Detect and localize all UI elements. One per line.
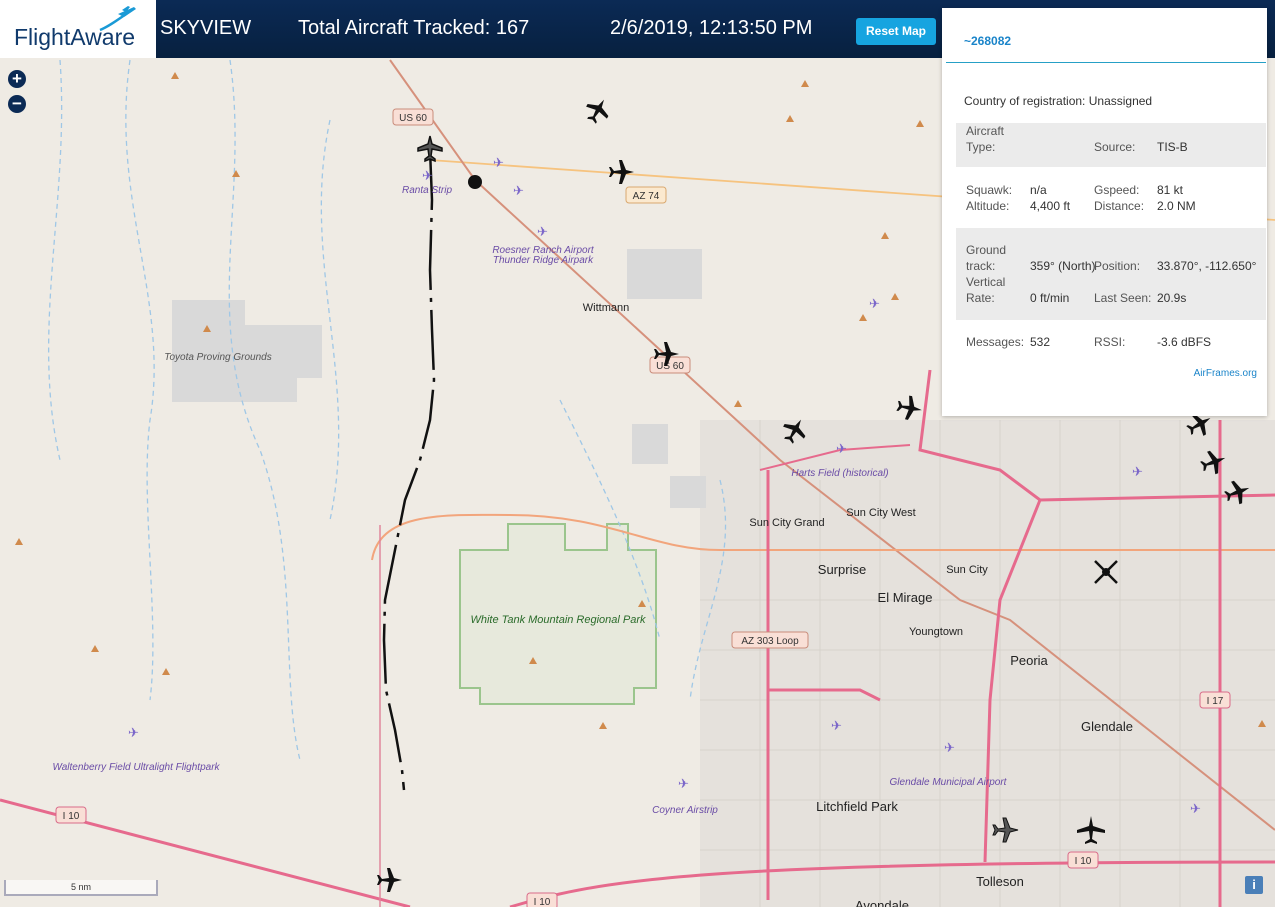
logo-text: FlightAware <box>14 24 136 50</box>
messages-label: Messages: <box>966 335 1025 349</box>
zoom-out-button[interactable]: − <box>8 95 26 113</box>
altitude-value: 4,400 ft <box>1030 199 1071 213</box>
label-youngtown: Youngtown <box>909 626 963 638</box>
label-glendale-airport: Glendale Municipal Airport <box>890 777 1008 788</box>
datetime: 2/6/2019, 12:13:50 PM <box>610 17 813 39</box>
gspeed-label: Gspeed: <box>1094 183 1140 197</box>
label-tolleson: Tolleson <box>976 874 1024 889</box>
svg-text:✈: ✈ <box>869 296 880 311</box>
label-surprise: Surprise <box>818 562 866 577</box>
panel-divider <box>946 62 1266 63</box>
svg-text:✈: ✈ <box>1132 464 1143 479</box>
toyota-grounds-area <box>172 300 322 402</box>
gray-area <box>670 476 706 508</box>
svg-text:✈: ✈ <box>128 725 139 740</box>
label-wittmann: Wittmann <box>583 302 629 314</box>
svg-text:✈: ✈ <box>537 224 548 239</box>
shield-i10-a: I 10 <box>63 811 80 822</box>
messages-value: 532 <box>1030 335 1051 349</box>
label-el-mirage: El Mirage <box>878 590 933 605</box>
shield-i10-b: I 10 <box>534 897 551 907</box>
shield-us60-b: US 60 <box>656 361 684 372</box>
label-harts-field: Harts Field (historical) <box>791 468 888 479</box>
svg-text:✈: ✈ <box>493 155 504 170</box>
panel-row-squawk: Squawk: n/a Gspeed: 81 kt Altitude: 4,40… <box>956 182 1266 218</box>
label-sun-city-west: Sun City West <box>846 507 916 519</box>
aircraft-icon[interactable] <box>609 160 634 184</box>
squawk-label: Squawk: <box>966 183 1013 197</box>
info-icon[interactable]: i <box>1245 876 1263 894</box>
svg-text:✈: ✈ <box>831 718 842 733</box>
label-litchfield-park: Litchfield Park <box>816 799 898 814</box>
label-toyota: Toyota Proving Grounds <box>164 352 271 363</box>
gray-area <box>627 249 702 299</box>
label-avondale: Avondale <box>855 898 909 907</box>
label-glendale: Glendale <box>1081 719 1133 734</box>
last-seen-label: Last Seen: <box>1094 291 1152 305</box>
label-peoria: Peoria <box>1010 653 1048 668</box>
shield-az303: AZ 303 Loop <box>741 636 799 647</box>
aircraft-icon[interactable] <box>417 135 443 163</box>
label-sun-city-grand: Sun City Grand <box>749 517 824 529</box>
shield-i17: I 17 <box>1207 696 1224 707</box>
gray-area <box>632 424 668 464</box>
aircraft-info-panel: ~268082 Country of registration: Unassig… <box>942 8 1267 416</box>
rssi-label: RSSI: <box>1094 335 1126 349</box>
distance-value: 2.0 NM <box>1157 199 1196 213</box>
aircraft-id-link[interactable]: ~268082 <box>964 34 1011 48</box>
zoom-in-button[interactable]: + <box>8 70 26 88</box>
distance-label: Distance: <box>1094 199 1145 213</box>
aircraft-type-label: Aircraft Type: <box>966 124 1005 154</box>
svg-text:✈: ✈ <box>836 441 847 456</box>
aircraft-count: Total Aircraft Tracked: 167 <box>298 17 530 39</box>
ground-track-label: Ground track: <box>966 243 1007 273</box>
svg-text:✈: ✈ <box>944 740 955 755</box>
panel-row-messages: Messages: 532 RSSI: -3.6 dBFS <box>956 334 1266 354</box>
position-value: 33.870°, -112.650° <box>1157 259 1257 273</box>
svg-text:✈: ✈ <box>1190 801 1201 816</box>
label-coyner-airstrip: Coyner Airstrip <box>652 805 718 816</box>
svg-text:✈: ✈ <box>422 168 433 183</box>
app-title: SKYVIEW <box>160 17 252 39</box>
last-seen-value: 20.9s <box>1157 291 1187 305</box>
airframes-link[interactable]: AirFrames.org <box>1194 368 1257 379</box>
label-sun-city: Sun City <box>946 564 988 576</box>
aircraft-icon[interactable] <box>895 394 924 422</box>
svg-text:✈: ✈ <box>513 183 524 198</box>
flight-track <box>382 149 436 791</box>
source-label: Source: <box>1094 140 1136 154</box>
rssi-value: -3.6 dBFS <box>1157 335 1212 349</box>
label-white-tank: White Tank Mountain Regional Park <box>470 614 646 626</box>
vertical-rate-value: 0 ft/min <box>1030 291 1070 305</box>
reset-map-button[interactable]: Reset Map <box>856 18 936 45</box>
position-label: Position: <box>1094 259 1141 273</box>
altitude-label: Altitude: <box>966 199 1010 213</box>
shield-i10-c: I 10 <box>1075 856 1092 867</box>
selected-aircraft-marker[interactable] <box>468 175 482 189</box>
shield-az74: AZ 74 <box>633 191 660 202</box>
source-value: TIS-B <box>1157 140 1188 154</box>
aircraft-icon[interactable] <box>581 94 614 128</box>
vertical-rate-label: Vertical Rate: <box>966 275 1006 305</box>
panel-row-type: Aircraft Type: Source: TIS-B <box>956 123 1266 167</box>
ground-track-value: 359° (North) <box>1030 259 1096 273</box>
panel-row-track: Ground track: 359° (North) Position: 33.… <box>956 228 1266 320</box>
label-waltenberry: Waltenberry Field Ultralight Flightpark <box>52 762 220 773</box>
squawk-value: n/a <box>1030 183 1047 197</box>
gspeed-value: 81 kt <box>1157 183 1184 197</box>
label-ranta-strip: Ranta Strip <box>402 185 452 196</box>
scale-bar: 5 nm <box>4 880 158 896</box>
country-registration: Country of registration: Unassigned <box>964 94 1153 108</box>
svg-text:✈: ✈ <box>678 776 689 791</box>
label-thunder-ridge: Thunder Ridge Airpark <box>493 255 594 266</box>
flightaware-logo[interactable]: FlightAware <box>0 0 156 58</box>
shield-us60-a: US 60 <box>399 113 427 124</box>
